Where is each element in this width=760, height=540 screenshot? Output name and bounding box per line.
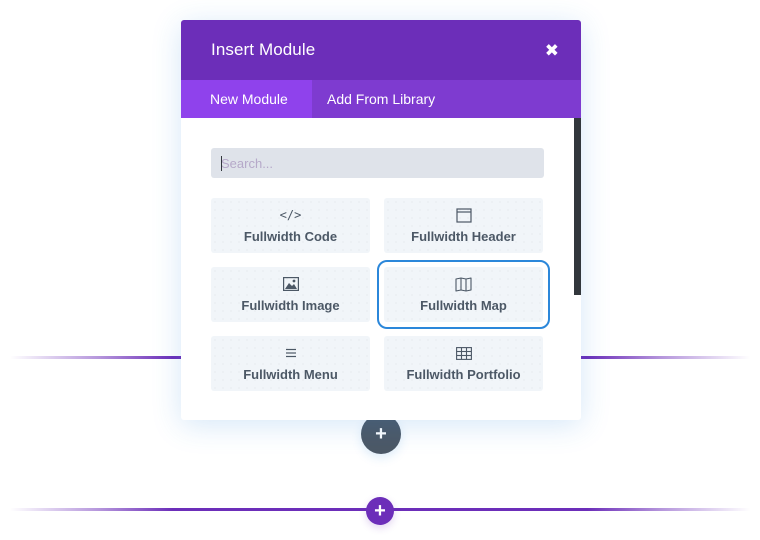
module-fullwidth-header[interactable]: Fullwidth Header bbox=[384, 198, 543, 253]
image-icon bbox=[282, 276, 299, 292]
search-placeholder: Search... bbox=[221, 155, 274, 171]
plus-icon: + bbox=[374, 499, 386, 522]
map-icon bbox=[455, 276, 472, 292]
module-label: Fullwidth Portfolio bbox=[406, 367, 521, 382]
portfolio-grid-icon bbox=[455, 345, 472, 361]
module-label: Fullwidth Map bbox=[420, 298, 507, 313]
modal-body: Search... </> Fullwidth Code Fullwidth H… bbox=[181, 118, 581, 420]
modal-tabs: New Module Add From Library bbox=[181, 80, 581, 118]
module-label: Fullwidth Image bbox=[241, 298, 340, 313]
module-fullwidth-portfolio[interactable]: Fullwidth Portfolio bbox=[384, 336, 543, 391]
insert-module-modal: Insert Module ✖ New Module Add From Libr… bbox=[181, 20, 581, 420]
header-icon bbox=[455, 207, 472, 223]
code-icon: </> bbox=[279, 208, 302, 222]
module-fullwidth-code[interactable]: </> Fullwidth Code bbox=[211, 198, 370, 253]
scrollbar[interactable] bbox=[574, 118, 581, 295]
module-label: Fullwidth Menu bbox=[243, 367, 338, 382]
close-icon[interactable]: ✖ bbox=[545, 42, 559, 59]
search-input[interactable]: Search... bbox=[211, 148, 544, 178]
add-section-button[interactable]: + bbox=[366, 497, 394, 525]
modal-title: Insert Module bbox=[211, 40, 316, 59]
module-label: Fullwidth Code bbox=[243, 229, 338, 244]
tab-new-module[interactable]: New Module bbox=[181, 80, 312, 118]
module-fullwidth-map[interactable]: Fullwidth Map bbox=[377, 260, 550, 329]
module-label: Fullwidth Header bbox=[411, 229, 516, 244]
modal-header: Insert Module ✖ bbox=[181, 20, 581, 80]
module-fullwidth-menu[interactable]: Fullwidth Menu bbox=[211, 336, 370, 391]
menu-icon bbox=[285, 345, 297, 361]
text-caret bbox=[221, 156, 222, 171]
add-row-button[interactable]: + bbox=[361, 414, 401, 454]
module-grid: </> Fullwidth Code Fullwidth Header Full… bbox=[211, 198, 581, 391]
tab-add-from-library[interactable]: Add From Library bbox=[312, 80, 450, 118]
module-fullwidth-image[interactable]: Fullwidth Image bbox=[211, 267, 370, 322]
plus-icon: + bbox=[375, 422, 387, 445]
